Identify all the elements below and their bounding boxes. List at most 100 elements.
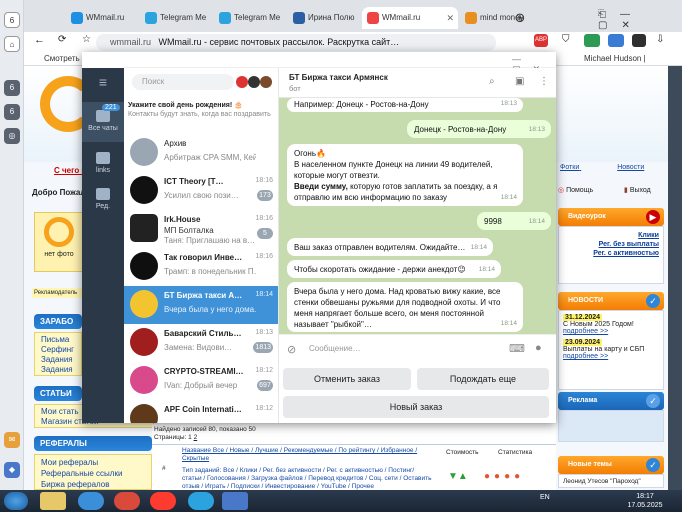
new-order-button[interactable]: Новый заказ <box>283 396 549 418</box>
clock[interactable]: 18:17 17.05.2025 <box>620 492 670 510</box>
close-icon[interactable]: ✕ <box>446 7 454 29</box>
play-icon[interactable]: ▶ <box>646 210 660 224</box>
chat-item[interactable]: CRYPTO-STREAMI… 18:12 IVan: Добрый вечер 69… <box>124 362 278 400</box>
earn-item[interactable]: Задания <box>41 365 75 375</box>
bookmark-item[interactable]: Michael Hudson | <box>584 52 646 66</box>
ie-icon[interactable] <box>78 492 104 510</box>
download-icon[interactable]: ⇩ <box>656 34 664 45</box>
chat-item[interactable]: ICT Theory [T… 18:16 Усилил свою пози… 173 <box>124 172 278 210</box>
message-input[interactable]: Сообщение… <box>309 344 489 353</box>
folder-all-chats[interactable]: Все чаты 221 <box>82 102 124 142</box>
task-types[interactable]: Тип заданий: Все / Клики / Рег. без акти… <box>182 467 432 491</box>
folder-icon[interactable] <box>40 492 66 510</box>
avatar-icon <box>44 217 74 247</box>
theme-item[interactable]: Леонид Утесов "Пароход" <box>558 474 664 488</box>
referrals-item[interactable]: Мои рефералы <box>41 457 145 468</box>
page-link[interactable]: 1 <box>188 434 192 441</box>
tab-telegram[interactable]: Telegram Me <box>140 7 212 29</box>
page-link[interactable]: 2 <box>194 434 198 441</box>
tab-wmmail-active[interactable]: WMmail.ru ✕ <box>362 7 458 29</box>
wait-more-button[interactable]: Подождать еще <box>417 368 549 390</box>
extension-icon[interactable] <box>632 34 646 47</box>
search-icon[interactable]: ⌕ <box>489 76 495 87</box>
referrals-item[interactable]: Реферальные ссылки <box>41 468 145 479</box>
extension-icon[interactable] <box>584 34 600 47</box>
home-icon[interactable]: ⌂ <box>4 36 20 52</box>
tab-vk[interactable]: Ирина Полю <box>288 7 360 29</box>
story-avatar[interactable] <box>236 76 248 88</box>
start-button[interactable] <box>4 492 28 510</box>
chat-title[interactable]: БТ Биржа такси Армянск <box>289 73 388 82</box>
sort-arrows-icon[interactable]: ▼▲ <box>448 471 468 482</box>
story-avatar[interactable] <box>260 76 272 88</box>
folder-links[interactable]: links <box>82 144 124 184</box>
keyboard-icon[interactable]: ⌨ <box>509 342 525 355</box>
tab-telegram[interactable]: Telegram Me <box>214 7 286 29</box>
yandex-icon[interactable] <box>150 492 176 510</box>
bookmark-item[interactable]: Смотреть <box>44 52 80 66</box>
attach-icon[interactable]: ⊘ <box>287 343 296 356</box>
story-avatar[interactable] <box>248 76 260 88</box>
app-icon[interactable]: ◆ <box>4 462 20 478</box>
chat-item[interactable]: APF Coin Internati… 18:12 <box>124 400 278 423</box>
earn-item[interactable]: Задания <box>41 355 75 365</box>
help-link[interactable]: ◎ Помощь <box>558 186 593 194</box>
avatar <box>130 404 158 423</box>
more-icon[interactable]: ⋮ <box>539 76 549 87</box>
message-in: Вчера была у него дома. Над кроватью виж… <box>287 282 523 332</box>
avatar <box>130 252 158 280</box>
microphone-icon[interactable]: ● <box>535 342 542 354</box>
adblock-icon[interactable]: ABP <box>534 34 548 47</box>
bookmark-icon[interactable]: ☆ <box>82 34 91 45</box>
birthday-banner[interactable]: Укажите свой день рождения! 🎂 Контакты б… <box>128 98 274 132</box>
tab-wmmail[interactable]: WMmail.ru <box>66 7 138 29</box>
news-more-link[interactable]: подробнее >> <box>563 328 659 335</box>
referrals-item[interactable]: Биржа рефералов <box>41 479 145 490</box>
cancel-order-button[interactable]: Отменить заказ <box>283 368 411 390</box>
chat-item-selected[interactable]: БТ Биржа такси А… 18:14 Вчера была у него … <box>124 286 278 324</box>
language-indicator[interactable]: EN <box>540 494 550 501</box>
extension-icon[interactable] <box>608 34 624 47</box>
avatar[interactable]: нет фото <box>34 212 84 272</box>
sidebar-toggle-icon[interactable]: ▣ <box>515 76 524 87</box>
folder-edit[interactable]: Ред. <box>82 180 124 220</box>
ads-heading: Реклама ✓ <box>558 392 664 410</box>
news-list: 31.12.2024 С Новым 2025 Годом! подробнее… <box>558 310 664 390</box>
chat-item[interactable]: АрхивАрбитраж CPA SMM, Кейсы … <box>124 134 278 172</box>
chat-item[interactable]: Баварский Стиль… 18:13 Замена: Видови… 1813 <box>124 324 278 362</box>
chat-item[interactable]: Так говорил Инве… 18:16 Трамп: в понедельн… <box>124 248 278 286</box>
new-tab-button[interactable]: ⊕ <box>510 7 530 29</box>
telegram-folders: ≡ Все чаты 221 links Ред. <box>82 68 124 423</box>
video-link[interactable]: Рег. с активностью <box>563 250 659 257</box>
video-link[interactable]: Клики <box>563 232 659 239</box>
chat-item[interactable]: Irk.House 18:16 МП Болталка Таня: Приглашаю… <box>124 210 278 248</box>
badge-count[interactable]: 6 <box>4 12 20 28</box>
ads-block: Реклама ✓ <box>558 392 664 442</box>
app-icon[interactable]: 6 <box>4 80 20 96</box>
news-link[interactable]: Новости <box>617 164 644 171</box>
back-icon[interactable]: ← <box>34 34 45 46</box>
earn-item[interactable]: Серфинг <box>41 345 75 355</box>
forum-link[interactable]: Фотки <box>560 164 579 171</box>
top-links: Фотки Новости <box>560 164 660 171</box>
url-field[interactable]: wmmail.ru WMmail.ru - сервис почтовых ра… <box>96 34 496 51</box>
search-input[interactable]: Поиск <box>132 74 234 90</box>
refresh-icon[interactable]: ⟳ <box>58 34 66 45</box>
message-in: Например: Донецк - Ростов-на-Дону 18:13 <box>287 98 523 112</box>
app-icon[interactable]: 6 <box>4 104 20 120</box>
exit-link[interactable]: ▮ Выход <box>624 186 651 194</box>
check-icon: ✓ <box>646 294 660 308</box>
mail-icon[interactable]: ✉ <box>4 432 20 448</box>
ad-strip: Рекламодатель <box>32 288 82 298</box>
chrome-icon[interactable] <box>114 492 140 510</box>
news-more-link[interactable]: подробнее >> <box>563 353 659 360</box>
app-icon[interactable] <box>222 492 248 510</box>
app-icon[interactable]: ◎ <box>4 128 20 144</box>
window-controls[interactable]: ⎗—▢✕ <box>598 9 678 31</box>
stats-icons[interactable]: ●●●● <box>484 471 524 482</box>
telegram-icon[interactable] <box>188 492 214 510</box>
filter-links[interactable]: Название Все / Новые / Лучшие / Рекоменд… <box>182 447 432 463</box>
video-link[interactable]: Рег. без выплаты <box>563 241 659 248</box>
shield-icon[interactable]: ⛉ <box>562 34 570 45</box>
earn-item[interactable]: Письма <box>41 335 75 345</box>
